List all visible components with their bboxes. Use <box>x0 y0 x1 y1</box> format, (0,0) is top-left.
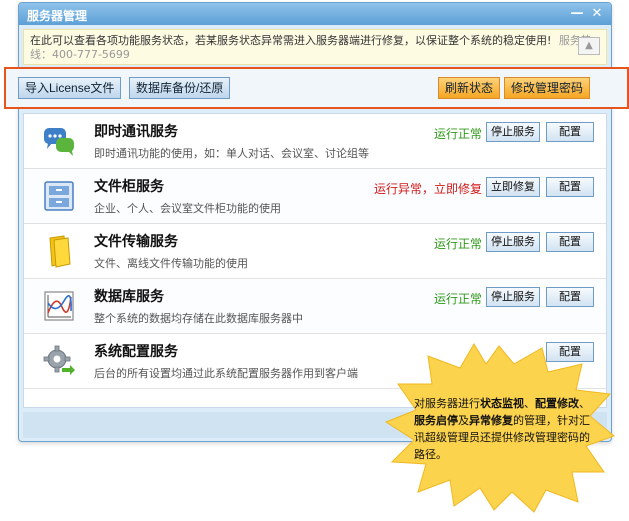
service-row-transfer: 文件传输服务 文件、离线文件传输功能的使用 运行正常 停止服务 配置 <box>24 224 606 279</box>
refresh-status-button[interactable]: 刷新状态 <box>438 77 501 99</box>
folder-icon <box>49 235 71 268</box>
notice-text: 在此可以查看各项功能服务状态，若某服务状态异常需进入服务器端进行修复，以保证整个… <box>30 34 552 47</box>
stop-service-button[interactable]: 停止服务 <box>486 287 540 307</box>
service-row-cabinet: 文件柜服务 企业、个人、会议室文件柜功能的使用 运行异常，立即修复 立即修复 配… <box>24 169 606 224</box>
callout-part: 对服务器进行 <box>414 397 480 410</box>
service-desc: 企业、个人、会议室文件柜功能的使用 <box>94 202 281 215</box>
collapse-up-icon[interactable]: ▲ <box>578 37 600 55</box>
status-badge: 运行正常 <box>433 292 482 306</box>
config-button[interactable]: 配置 <box>546 287 594 307</box>
status-badge: 运行异常，立即修复 <box>373 182 482 196</box>
notice-banner: 在此可以查看各项功能服务状态，若某服务状态异常需进入服务器端进行修复，以保证整个… <box>23 29 607 65</box>
config-button[interactable]: 配置 <box>546 232 594 252</box>
callout-text: 对服务器进行状态监视、配置修改、服务启停及异常修复的管理，针对汇讯超级管理员还提… <box>414 395 590 463</box>
minimize-icon[interactable]: — <box>569 6 585 22</box>
callout-bold: 服务启停 <box>414 414 458 427</box>
stop-service-button[interactable]: 停止服务 <box>486 232 540 252</box>
callout-bold: 状态监视 <box>480 397 524 410</box>
callout-part: 及 <box>458 414 469 427</box>
service-desc: 整个系统的数据均存储在此数据库服务器中 <box>94 312 303 325</box>
service-title: 即时通讯服务 <box>94 124 178 140</box>
status-badge: 运行正常 <box>433 237 482 251</box>
toolbar-highlight: 导入License文件 数据库备份/还原 刷新状态 修改管理密码 <box>4 67 629 109</box>
service-title: 系统配置服务 <box>94 344 178 360</box>
service-row-im: 即时通讯服务 即时通讯功能的使用，如：单人对话、会议室、讨论组等 运行正常 停止… <box>24 114 606 169</box>
service-row-database: 数据库服务 整个系统的数据均存储在此数据库服务器中 运行正常 停止服务 配置 <box>24 279 606 334</box>
close-icon[interactable]: ✕ <box>589 6 605 22</box>
service-desc: 即时通讯功能的使用，如：单人对话、会议室、讨论组等 <box>94 147 369 160</box>
stop-service-button[interactable]: 停止服务 <box>486 122 540 142</box>
callout-bold: 异常修复 <box>469 414 513 427</box>
import-license-button[interactable]: 导入License文件 <box>18 77 122 99</box>
service-desc: 文件、离线文件传输功能的使用 <box>94 257 248 270</box>
title-bar[interactable]: 服务器管理 — ✕ <box>19 3 611 25</box>
fix-now-button[interactable]: 立即修复 <box>486 177 540 197</box>
status-badge: 运行正常 <box>433 127 482 141</box>
gear-icon <box>43 345 75 375</box>
service-title: 文件柜服务 <box>94 179 164 195</box>
callout-part: 、 <box>579 397 590 410</box>
config-button[interactable]: 配置 <box>546 177 594 197</box>
database-backup-button[interactable]: 数据库备份/还原 <box>129 77 231 99</box>
service-title: 数据库服务 <box>94 289 164 305</box>
service-desc: 后台的所有设置均通过此系统配置服务器作用到客户端 <box>94 367 358 380</box>
callout-part: 、 <box>524 397 535 410</box>
cabinet-icon <box>44 181 74 211</box>
callout-bold: 配置修改 <box>535 397 579 410</box>
service-title: 文件传输服务 <box>94 234 178 250</box>
change-password-button[interactable]: 修改管理密码 <box>504 77 591 99</box>
config-button[interactable]: 配置 <box>546 122 594 142</box>
chart-icon <box>44 291 74 321</box>
window-title: 服务器管理 <box>27 9 88 23</box>
chat-icon <box>44 128 74 156</box>
